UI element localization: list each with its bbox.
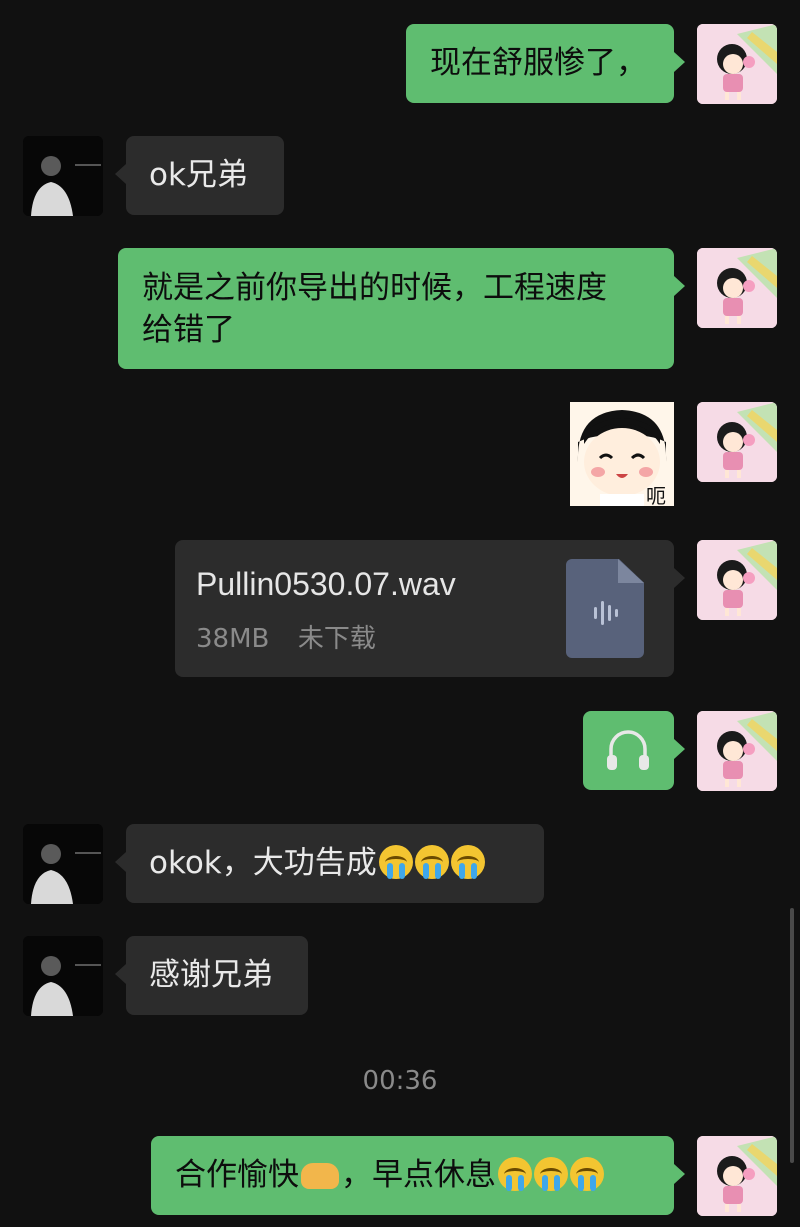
outgoing-message-bubble[interactable]: 现在舒服惨了， <box>406 24 674 103</box>
file-message-card[interactable]: Pullin0530.07.wav 38MB 未下载 <box>175 540 674 677</box>
message-text: 合作愉快 <box>175 1157 299 1193</box>
incoming-message-bubble[interactable]: ok兄弟 <box>126 136 284 215</box>
headphones-icon <box>607 730 649 770</box>
handshake-emoji <box>301 1163 339 1189</box>
message-text: okok，大功告成 <box>149 845 377 881</box>
friend-avatar[interactable] <box>23 936 103 1016</box>
person-photo-avatar-icon <box>23 136 103 216</box>
message-text-line: 给错了 <box>142 312 235 348</box>
outgoing-message-bubble[interactable]: 就是之前你导出的时候，工程速度 给错了 <box>118 248 674 369</box>
bubble-tail <box>115 964 126 984</box>
cartoon-girl-avatar-icon <box>697 1136 777 1216</box>
person-photo-avatar-icon <box>23 824 103 904</box>
bubble-tail <box>674 1164 685 1184</box>
file-status: 未下载 <box>297 624 376 654</box>
outgoing-message-bubble[interactable]: 合作愉快 ，早点休息 <box>151 1136 674 1215</box>
my-avatar[interactable] <box>697 1136 777 1216</box>
file-meta: 38MB 未下载 <box>196 618 376 655</box>
incoming-message-bubble[interactable]: 感谢兄弟 <box>126 936 308 1015</box>
my-avatar[interactable] <box>697 540 777 620</box>
friend-avatar[interactable] <box>23 136 103 216</box>
friend-avatar[interactable] <box>23 824 103 904</box>
cartoon-girl-avatar-icon <box>697 24 777 104</box>
scrollbar[interactable] <box>790 908 794 1163</box>
my-avatar[interactable] <box>697 248 777 328</box>
message-text: 感谢兄弟 <box>149 957 273 993</box>
bubble-tail <box>115 852 126 872</box>
bubble-tail <box>674 568 685 588</box>
incoming-message-bubble[interactable]: okok，大功告成 <box>126 824 544 903</box>
chat-timestamp: 00:36 <box>362 1066 438 1096</box>
loudly-crying-face-emoji <box>450 845 485 879</box>
loudly-crying-face-emoji <box>570 1157 604 1191</box>
my-avatar[interactable] <box>697 24 777 104</box>
person-photo-avatar-icon <box>23 936 103 1016</box>
bubble-tail <box>115 164 126 184</box>
message-text: ，早点休息 <box>341 1157 496 1193</box>
bubble-tail <box>674 52 685 72</box>
message-text-line: 就是之前你导出的时候，工程速度 <box>142 270 607 306</box>
cartoon-girl-avatar-icon <box>697 402 777 482</box>
cartoon-girl-avatar-icon <box>697 540 777 620</box>
bubble-tail <box>674 276 685 296</box>
my-avatar[interactable] <box>697 711 777 791</box>
sticker-caption: 呃 <box>646 484 666 506</box>
loudly-crying-face-emoji <box>534 1157 568 1191</box>
file-size: 38MB <box>196 624 270 654</box>
my-avatar[interactable] <box>697 402 777 482</box>
cartoon-girl-avatar-icon <box>697 711 777 791</box>
message-text: ok兄弟 <box>149 157 248 193</box>
sticker-message[interactable]: 呃 <box>570 402 674 506</box>
outgoing-message-bubble[interactable] <box>583 711 674 790</box>
message-text: 现在舒服惨了， <box>430 45 647 81</box>
cartoon-girl-avatar-icon <box>697 248 777 328</box>
loudly-crying-face-emoji <box>378 845 413 879</box>
file-name: Pullin0530.07.wav <box>196 566 456 602</box>
bubble-tail <box>674 739 685 759</box>
loudly-crying-face-emoji <box>498 1157 532 1191</box>
loudly-crying-face-emoji <box>414 845 449 879</box>
